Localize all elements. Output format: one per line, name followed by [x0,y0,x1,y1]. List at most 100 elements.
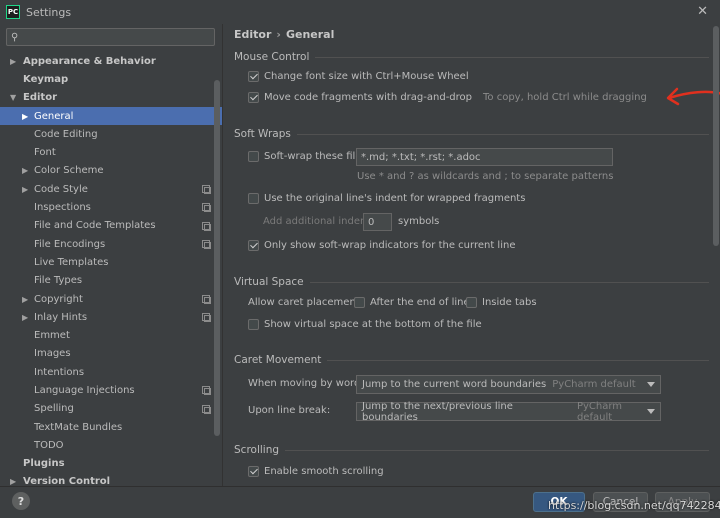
sidebar-item-language-injections[interactable]: Language Injections [0,381,222,399]
sidebar-item-images[interactable]: Images [0,345,222,363]
move-fragments-option[interactable]: Move code fragments with drag-and-drop T… [248,92,647,103]
after-end-option[interactable]: After the end of line [354,297,470,308]
search-input[interactable] [21,31,202,43]
sidebar-item-plugins[interactable]: Plugins [0,455,222,473]
chevron-down-icon [647,409,655,414]
additional-indent-input[interactable]: 0 [363,213,392,231]
chevron-right-icon[interactable]: ▶ [22,313,32,322]
sidebar-scrollbar[interactable] [214,80,220,436]
section-title: Virtual Space [234,276,304,288]
sidebar-item-label: Emmet [34,330,70,342]
project-scope-icon [202,386,211,396]
sidebar-item-code-style[interactable]: ▶ Code Style [0,180,222,198]
settings-tree: ▶ Appearance & Behavior Keymap ▼ Editor ▶ Gene… [0,52,222,486]
settings-content: Editor › General Mouse Control Change font… [222,24,720,486]
sidebar-item-file-types[interactable]: File Types [0,272,222,290]
soft-wrap-files-checkbox[interactable] [248,151,259,162]
watermark: https://blog.csdn.net/qq742284550 [548,499,720,512]
sidebar-item-intentions[interactable]: Intentions [0,363,222,381]
sidebar-item-version-control[interactable]: ▶ Version Control [0,473,222,486]
smooth-scrolling-option[interactable]: Enable smooth scrolling [248,466,384,477]
move-fragments-checkbox[interactable] [248,92,259,103]
sidebar-item-live-templates[interactable]: Live Templates [0,253,222,271]
sidebar-item-label: Keymap [23,73,69,85]
sidebar-item-appearance-behavior[interactable]: ▶ Appearance & Behavior [0,52,222,70]
sidebar-item-label: Version Control [23,476,111,486]
line-break-select[interactable]: Jump to the next/previous line boundarie… [356,401,661,423]
pycharm-logo-icon: PC [6,5,20,19]
project-scope-icon [202,404,211,414]
section-title: Soft Wraps [234,128,291,140]
original-indent-checkbox[interactable] [248,193,259,204]
sidebar-item-copyright[interactable]: ▶ Copyright [0,290,222,308]
content-scrollbar[interactable] [713,26,719,246]
sidebar-item-label: File Types [34,275,83,287]
inside-tabs-checkbox[interactable] [466,297,477,308]
sidebar-item-font[interactable]: Font [0,143,222,161]
after-end-checkbox[interactable] [354,297,365,308]
sidebar-item-todo[interactable]: TODO [0,436,222,454]
moving-words-select[interactable]: Jump to the current word boundaries PyCh… [356,375,661,394]
moving-words-default: PyCharm default [552,379,636,390]
breadcrumb: Editor › General [234,28,334,41]
sidebar-item-general[interactable]: ▶ General [0,106,222,126]
sidebar-item-inspections[interactable]: Inspections [0,198,222,216]
chevron-right-icon[interactable]: ▶ [22,166,32,175]
soft-wrap-files-option[interactable]: Soft-wrap these files: [248,151,370,162]
search-box[interactable]: ⚲ [6,28,215,46]
section-title: Mouse Control [234,51,310,63]
line-break-label: Upon line break: [248,405,331,416]
breadcrumb-current: General [285,28,335,41]
show-virtual-checkbox[interactable] [248,319,259,330]
only-show-option[interactable]: Only show soft-wrap indicators for the c… [248,240,515,251]
move-fragments-label: Move code fragments with drag-and-drop [264,92,473,103]
breadcrumb-parent[interactable]: Editor [234,28,271,41]
close-icon[interactable]: ✕ [697,4,708,19]
project-scope-icon [202,203,211,213]
sidebar-item-file-and-code-templates[interactable]: File and Code Templates [0,217,222,235]
chevron-right-icon[interactable]: ▶ [10,57,20,66]
sidebar-item-inlay-hints[interactable]: ▶ Inlay Hints [0,308,222,326]
section-scrolling: Scrolling [234,444,709,456]
sidebar-item-label: Appearance & Behavior [23,55,156,67]
sidebar-item-label: TODO [34,439,64,451]
chevron-right-icon[interactable]: ▶ [10,477,20,486]
sidebar-item-label: Font [34,147,56,159]
sidebar-item-editor[interactable]: ▼ Editor [0,89,222,107]
move-fragments-hint: To copy, hold Ctrl while dragging [483,92,647,103]
settings-sidebar: ⚲ ▶ Appearance & Behavior Keymap ▼ Editor ▶ Ge… [0,24,222,486]
chevron-down-icon[interactable]: ▼ [10,93,20,102]
after-end-label: After the end of line [370,297,470,308]
sidebar-item-emmet[interactable]: Emmet [0,326,222,344]
sidebar-item-file-encodings[interactable]: File Encodings [0,235,222,253]
smooth-scrolling-checkbox[interactable] [248,466,259,477]
sidebar-item-textmate-bundles[interactable]: TextMate Bundles [0,418,222,436]
sidebar-item-label: File Encodings [34,238,106,250]
section-caret-movement: Caret Movement [234,354,709,366]
chevron-right-icon[interactable]: ▶ [22,185,32,194]
section-title: Caret Movement [234,354,322,366]
patterns-hint: Use * and ? as wildcards and ; to separa… [357,171,614,182]
project-scope-icon [202,239,211,249]
chevron-right-icon[interactable]: ▶ [22,112,32,121]
inside-tabs-option[interactable]: Inside tabs [466,297,537,308]
soft-wrap-files-label: Soft-wrap these files: [264,151,371,162]
only-show-label: Only show soft-wrap indicators for the c… [264,240,516,251]
only-show-checkbox[interactable] [248,240,259,251]
original-indent-option[interactable]: Use the original line's indent for wrapp… [248,193,525,204]
sidebar-item-code-editing[interactable]: Code Editing [0,125,222,143]
symbols-label: symbols [398,216,440,227]
sidebar-item-color-scheme[interactable]: ▶ Color Scheme [0,162,222,180]
sidebar-item-keymap[interactable]: Keymap [0,70,222,88]
sidebar-item-spelling[interactable]: Spelling [0,400,222,418]
chevron-right-icon[interactable]: ▶ [22,295,32,304]
section-title: Scrolling [234,444,280,456]
change-font-checkbox[interactable] [248,71,259,82]
project-scope-icon [202,185,211,195]
show-virtual-option[interactable]: Show virtual space at the bottom of the … [248,319,482,330]
sidebar-item-label: Inspections [34,202,91,214]
change-font-option[interactable]: Change font size with Ctrl+Mouse Wheel [248,71,469,82]
soft-wrap-patterns-input[interactable]: *.md; *.txt; *.rst; *.adoc [356,148,613,166]
section-virtual-space: Virtual Space [234,276,709,288]
help-button[interactable]: ? [12,492,30,510]
